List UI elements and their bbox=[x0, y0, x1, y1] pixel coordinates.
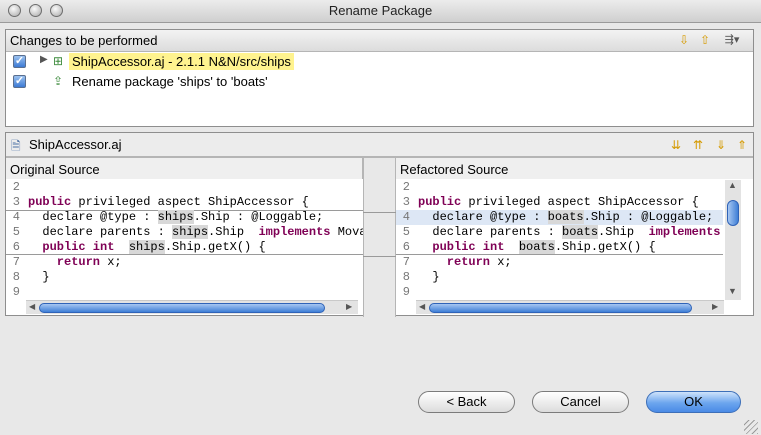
line-number: 8 bbox=[402, 270, 410, 284]
code-text: return x; bbox=[418, 255, 512, 269]
code-text: declare parents : ships.Ship implements … bbox=[28, 225, 363, 239]
line-number: 2 bbox=[12, 180, 20, 194]
line-number: 7 bbox=[402, 255, 410, 269]
code-line: 2 bbox=[396, 180, 723, 195]
code-line: 6 public int ships.Ship.getX() { bbox=[6, 240, 363, 255]
expand-triangle-icon[interactable]: ▶ bbox=[40, 54, 48, 65]
preview-file-label: ShipAccessor.aj bbox=[29, 137, 122, 152]
change-item-rename-label: Rename package 'ships' to 'boats' bbox=[72, 74, 268, 89]
code-line: 4 declare @type : boats.Ship : @Loggable… bbox=[396, 210, 723, 225]
line-number: 2 bbox=[402, 180, 410, 194]
line-number: 6 bbox=[12, 240, 20, 254]
connector-left-divider bbox=[363, 158, 364, 317]
change-item-file-checkbox[interactable]: ✓ bbox=[13, 55, 26, 68]
scroll-right-icon[interactable]: ▶ bbox=[346, 302, 352, 311]
diff-connector bbox=[363, 157, 396, 317]
code-line: 8 } bbox=[6, 270, 363, 285]
original-source-pane: Original Source 2 3 public privileged aspe… bbox=[6, 157, 363, 317]
previous-difference-icon[interactable]: ⇈ bbox=[690, 137, 706, 153]
refactored-source-header: Refactored Source bbox=[396, 157, 753, 179]
code-text: public int boats.Ship.getX() { bbox=[418, 240, 656, 254]
connector-bottom-line bbox=[363, 256, 396, 257]
original-source-title: Original Source bbox=[10, 162, 100, 177]
change-item-file-label: ShipAccessor.aj - 2.1.1 N&N/src/ships bbox=[69, 53, 294, 70]
scroll-down-icon[interactable]: ▼ bbox=[728, 286, 737, 296]
code-text: public int ships.Ship.getX() { bbox=[28, 240, 266, 254]
title-bar: Rename Package bbox=[0, 0, 761, 23]
rename-change-icon: ⇪ bbox=[53, 74, 64, 88]
change-item-rename[interactable]: ✓ ⇪ Rename package 'ships' to 'boats' bbox=[6, 72, 753, 92]
original-code-area[interactable]: 2 3 public privileged aspect ShipAccessor … bbox=[6, 180, 363, 300]
changes-header: Changes to be performed ⇩ ⇧ ⇶▾ bbox=[6, 30, 753, 52]
line-number: 8 bbox=[12, 270, 20, 284]
line-number: 4 bbox=[402, 210, 410, 224]
line-number: 4 bbox=[12, 210, 20, 224]
changes-panel: Changes to be performed ⇩ ⇧ ⇶▾ ✓ ▶ ⊞ Shi… bbox=[5, 29, 754, 127]
next-change-icon[interactable]: ⇩ bbox=[676, 32, 692, 48]
preview-header: 🗎 ShipAccessor.aj ⇊ ⇈ ⇓ ⇑ bbox=[6, 133, 753, 157]
line-number: 9 bbox=[12, 285, 20, 299]
original-horizontal-scrollbar[interactable]: ◀ ▶ bbox=[26, 300, 358, 314]
scroll-left-icon[interactable]: ◀ bbox=[29, 302, 35, 311]
code-line: 3 public privileged aspect ShipAccessor { bbox=[6, 195, 363, 210]
refactored-source-pane: Refactored Source 2 3 public privileged as… bbox=[396, 157, 753, 317]
ok-button[interactable]: OK bbox=[646, 391, 741, 413]
line-number: 3 bbox=[402, 195, 410, 209]
refactored-horizontal-scrollbar[interactable]: ◀ ▶ bbox=[416, 300, 724, 314]
aj-file-icon: 🗎 bbox=[11, 139, 21, 153]
line-number: 6 bbox=[402, 240, 410, 254]
code-line: 9 bbox=[6, 285, 363, 300]
line-number: 9 bbox=[402, 285, 410, 299]
aspect-file-icon: ⊞ bbox=[53, 54, 64, 68]
code-line: 7 return x; bbox=[6, 255, 363, 270]
code-text: public privileged aspect ShipAccessor { bbox=[28, 195, 309, 209]
cancel-button[interactable]: Cancel bbox=[532, 391, 629, 413]
filter-menu-icon[interactable]: ⇶▾ bbox=[724, 32, 740, 48]
code-line: 6 public int boats.Ship.getX() { bbox=[396, 240, 723, 255]
original-scroll-thumb[interactable] bbox=[39, 303, 325, 313]
back-button[interactable]: < Back bbox=[418, 391, 515, 413]
resize-grip-icon[interactable] bbox=[744, 420, 758, 434]
code-text: public privileged aspect ShipAccessor { bbox=[418, 195, 699, 209]
code-line: 8 } bbox=[396, 270, 723, 285]
code-line: 9 bbox=[396, 285, 723, 300]
previous-change-icon[interactable]: ⇧ bbox=[697, 32, 713, 48]
code-text: declare @type : ships.Ship : @Loggable; bbox=[28, 210, 324, 224]
change-item-rename-checkbox[interactable]: ✓ bbox=[13, 75, 26, 88]
previous-change-diff-icon[interactable]: ⇑ bbox=[734, 137, 750, 153]
line-number: 7 bbox=[12, 255, 20, 269]
code-text: } bbox=[418, 270, 440, 284]
line-number: 5 bbox=[402, 225, 410, 239]
scroll-left-icon[interactable]: ◀ bbox=[419, 302, 425, 311]
scroll-up-icon[interactable]: ▲ bbox=[728, 180, 737, 190]
refactored-code-area[interactable]: 2 3 public privileged aspect ShipAccessor … bbox=[396, 180, 723, 300]
code-line: 3 public privileged aspect ShipAccessor { bbox=[396, 195, 723, 210]
code-line: 5 declare parents : ships.Ship implement… bbox=[6, 225, 363, 240]
code-text: } bbox=[28, 270, 50, 284]
change-item-file[interactable]: ✓ ▶ ⊞ ShipAccessor.aj - 2.1.1 N&N/src/sh… bbox=[6, 52, 753, 72]
code-line: 7 return x; bbox=[396, 255, 723, 270]
refactored-scroll-thumb[interactable] bbox=[429, 303, 692, 313]
line-number: 3 bbox=[12, 195, 20, 209]
code-text: declare @type : boats.Ship : @Loggable; bbox=[418, 210, 714, 224]
code-text: declare parents : boats.Ship implements … bbox=[418, 225, 723, 239]
scroll-right-icon[interactable]: ▶ bbox=[712, 302, 718, 311]
line-number: 5 bbox=[12, 225, 20, 239]
code-line: 5 declare parents : boats.Ship implement… bbox=[396, 225, 723, 240]
changes-header-title: Changes to be performed bbox=[10, 33, 158, 48]
refactored-vscroll-thumb[interactable] bbox=[727, 200, 739, 226]
refactored-vertical-scrollbar[interactable]: ▲ ▼ bbox=[725, 180, 741, 300]
preview-panel: 🗎 ShipAccessor.aj ⇊ ⇈ ⇓ ⇑ Original Sourc… bbox=[5, 132, 754, 317]
next-change-diff-icon[interactable]: ⇓ bbox=[713, 137, 729, 153]
refactored-source-title: Refactored Source bbox=[400, 162, 509, 177]
code-text: return x; bbox=[28, 255, 122, 269]
code-line: 4 declare @type : ships.Ship : @Loggable… bbox=[6, 210, 363, 225]
connector-top-line bbox=[363, 212, 396, 213]
next-difference-icon[interactable]: ⇊ bbox=[668, 137, 684, 153]
code-line: 2 bbox=[6, 180, 363, 195]
original-source-header: Original Source bbox=[6, 157, 363, 179]
window-title: Rename Package bbox=[328, 3, 433, 18]
